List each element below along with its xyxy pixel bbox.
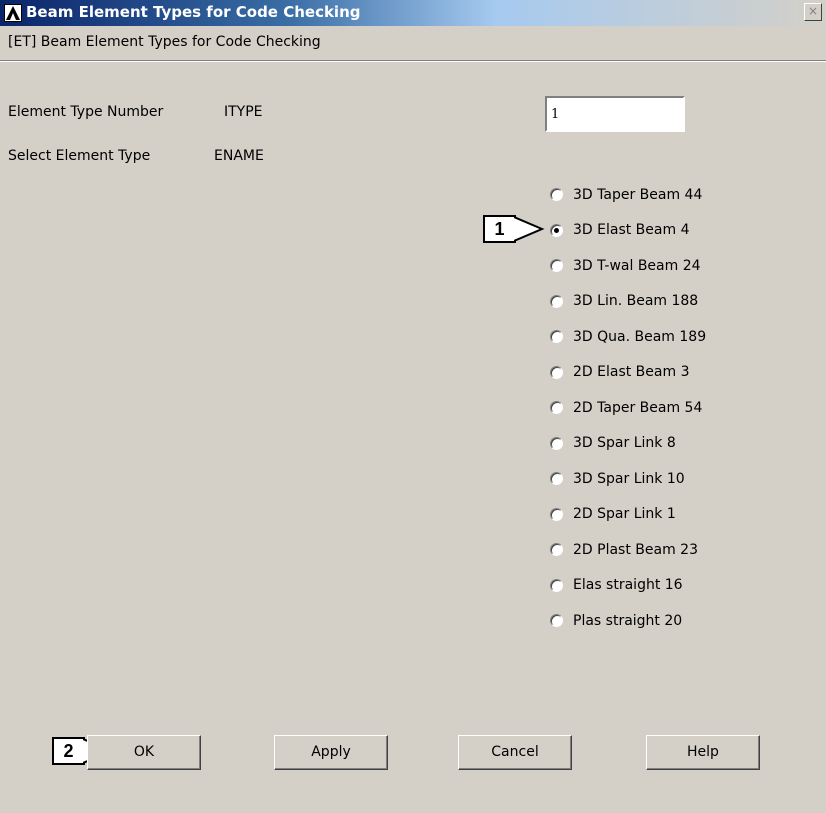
element-type-label: 2D Spar Link 1 (573, 506, 676, 523)
element-type-option[interactable]: 3D Lin. Beam 188 (550, 284, 750, 320)
callout-1-number: 1 (483, 215, 516, 243)
element-type-option[interactable]: 3D Spar Link 8 (550, 426, 750, 462)
radio-unselected-icon[interactable] (550, 543, 563, 557)
element-type-option[interactable]: Plas straight 20 (550, 603, 750, 639)
radio-unselected-icon[interactable] (550, 507, 563, 521)
callout-1-arrow-icon (514, 216, 545, 242)
element-type-option[interactable]: Elas straight 16 (550, 568, 750, 604)
element-type-option[interactable]: 2D Spar Link 1 (550, 497, 750, 533)
element-type-label: 3D Lin. Beam 188 (573, 293, 699, 310)
element-type-label: 3D Spar Link 8 (573, 435, 676, 452)
cancel-button[interactable]: Cancel (458, 735, 572, 770)
itype-param: ITYPE (224, 104, 263, 120)
radio-selected-icon[interactable] (550, 223, 563, 237)
element-type-option[interactable]: 3D T-wal Beam 24 (550, 248, 750, 284)
element-type-label: 2D Taper Beam 54 (573, 399, 703, 416)
header-text: [ET] Beam Element Types for Code Checkin… (8, 34, 321, 50)
element-type-label: 2D Elast Beam 3 (573, 364, 690, 381)
help-button[interactable]: Help (646, 735, 760, 770)
element-type-option[interactable]: 3D Elast Beam 4 (550, 213, 750, 249)
radio-unselected-icon[interactable] (550, 259, 563, 273)
radio-unselected-icon[interactable] (550, 436, 563, 450)
dialog-window: Beam Element Types for Code Checking × [… (0, 0, 826, 813)
radio-unselected-icon[interactable] (550, 401, 563, 415)
element-type-option[interactable]: 2D Plast Beam 23 (550, 532, 750, 568)
radio-unselected-icon[interactable] (550, 365, 563, 379)
element-type-label: 3D T-wal Beam 24 (573, 257, 701, 274)
element-type-label: 2D Plast Beam 23 (573, 541, 698, 558)
element-type-option[interactable]: 3D Spar Link 10 (550, 461, 750, 497)
radio-unselected-icon[interactable] (550, 614, 563, 628)
element-type-option[interactable]: 3D Qua. Beam 189 (550, 319, 750, 355)
element-type-radio-list: 3D Taper Beam 44 3D Elast Beam 4 3D T-wal … (550, 177, 750, 639)
dialog-header: [ET] Beam Element Types for Code Checkin… (0, 26, 826, 61)
element-type-label: Plas straight 20 (573, 612, 683, 629)
itype-label: Element Type Number (8, 104, 164, 120)
apply-button[interactable]: Apply (274, 735, 388, 770)
radio-unselected-icon[interactable] (550, 330, 563, 344)
element-type-option[interactable]: 2D Elast Beam 3 (550, 355, 750, 391)
radio-unselected-icon[interactable] (550, 294, 563, 308)
radio-unselected-icon[interactable] (550, 188, 563, 202)
element-type-label: 3D Spar Link 10 (573, 470, 685, 487)
radio-unselected-icon[interactable] (550, 472, 563, 486)
element-type-label: 3D Taper Beam 44 (573, 186, 703, 203)
ename-param: ENAME (214, 148, 264, 164)
ok-button[interactable]: OK (87, 735, 201, 770)
window-title: Beam Element Types for Code Checking (26, 3, 361, 21)
close-icon[interactable]: × (804, 3, 822, 21)
element-type-label: 3D Elast Beam 4 (573, 222, 690, 239)
element-type-option[interactable]: 2D Taper Beam 54 (550, 390, 750, 426)
element-type-label: 3D Qua. Beam 189 (573, 328, 707, 345)
callout-2-number: 2 (52, 737, 85, 765)
ansys-logo-icon (4, 4, 22, 22)
title-bar[interactable]: Beam Element Types for Code Checking × (0, 0, 826, 26)
radio-unselected-icon[interactable] (550, 578, 563, 592)
ename-label: Select Element Type (8, 148, 151, 164)
element-type-option[interactable]: 3D Taper Beam 44 (550, 177, 750, 213)
element-type-number-input[interactable]: 1 (545, 96, 685, 132)
element-type-label: Elas straight 16 (573, 577, 683, 594)
